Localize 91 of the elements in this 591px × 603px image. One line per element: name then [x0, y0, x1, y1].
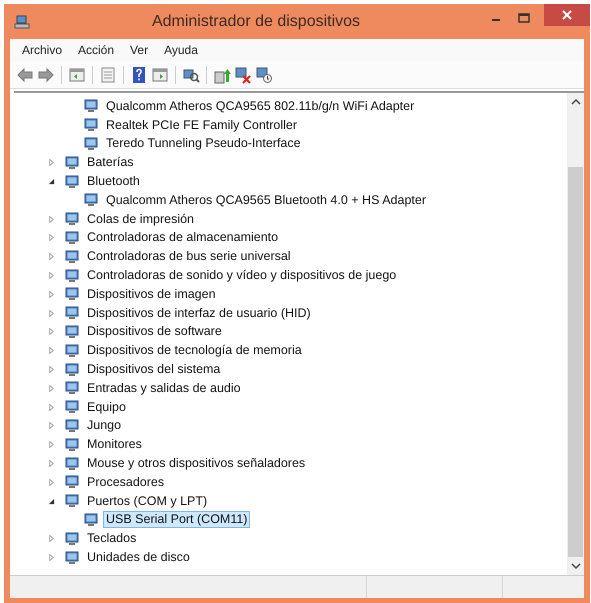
- expand-icon[interactable]: [48, 328, 55, 336]
- device-icon: [83, 117, 99, 134]
- device-icon: [64, 248, 80, 265]
- device-icon: [83, 136, 99, 152]
- device-icon: [64, 380, 80, 396]
- help-icon[interactable]: [130, 66, 148, 84]
- close-icon: [562, 10, 572, 20]
- expand-icon[interactable]: [48, 441, 55, 448]
- tree-item[interactable]: Teclados: [84, 530, 140, 548]
- expand-icon[interactable]: [48, 535, 55, 542]
- tree-item[interactable]: Baterías: [84, 154, 137, 172]
- disable-icon[interactable]: [255, 66, 273, 84]
- device-icon: [64, 530, 80, 547]
- device-icon: [64, 324, 80, 340]
- scroll-thumb[interactable]: [568, 167, 583, 557]
- panel-icon[interactable]: [68, 66, 86, 84]
- scroll-up-icon[interactable]: [570, 98, 580, 106]
- tree-item[interactable]: Monitores: [84, 436, 145, 454]
- panel-icon[interactable]: [151, 66, 169, 84]
- tree-item[interactable]: Dispositivos de imagen: [84, 286, 219, 303]
- tree-item[interactable]: Entradas y salidas de audio: [84, 380, 244, 397]
- back-icon[interactable]: [16, 66, 34, 84]
- tree-item[interactable]: Realtek PCIe FE Family Controller: [103, 116, 300, 134]
- window-title: Administrador de dispositivos: [150, 12, 362, 30]
- tree-item[interactable]: Controladoras de almacenamiento: [84, 229, 282, 246]
- device-icon: [64, 456, 80, 472]
- expand-icon[interactable]: [48, 290, 55, 298]
- tree-item[interactable]: Puertos (COM y LPT): [84, 492, 210, 510]
- menu-item[interactable]: Acción: [70, 43, 122, 57]
- device-icon: [64, 418, 80, 434]
- scroll-down-icon[interactable]: [570, 562, 580, 570]
- tree-item[interactable]: Colas de impresión: [84, 210, 197, 228]
- collapse-icon[interactable]: [48, 178, 55, 186]
- tree-item[interactable]: Equipo: [84, 398, 129, 416]
- expand-icon[interactable]: [48, 478, 55, 486]
- device-icon: [83, 512, 99, 528]
- expand-icon[interactable]: [48, 347, 55, 354]
- device-icon: [83, 192, 99, 208]
- tree-item[interactable]: Qualcomm Atheros QCA9565 Bluetooth 4.0 + HS Adapter: [103, 192, 429, 209]
- device-icon: [64, 342, 80, 359]
- tree-item[interactable]: Controladoras de bus serie universal: [84, 248, 294, 266]
- tree-item[interactable]: Dispositivos de software: [84, 323, 225, 340]
- collapse-icon[interactable]: [48, 498, 55, 505]
- computer-icon: [14, 14, 30, 30]
- expand-icon[interactable]: [48, 310, 55, 317]
- tree-item[interactable]: Bluetooth: [84, 173, 143, 190]
- tree-item[interactable]: USB Serial Port (COM11): [103, 511, 250, 528]
- tree-item[interactable]: Dispositivos del sistema: [84, 361, 224, 378]
- menu-item[interactable]: Ver: [122, 43, 156, 57]
- tree-item[interactable]: Dispositivos de interfaz de usuario (HID): [84, 304, 314, 322]
- menu-item[interactable]: Ayuda: [156, 43, 206, 57]
- device-icon: [83, 98, 99, 114]
- device-icon: [64, 436, 80, 453]
- expand-icon[interactable]: [48, 554, 55, 562]
- expand-icon[interactable]: [48, 216, 55, 223]
- tree-item[interactable]: Teredo Tunneling Pseudo-Interface: [103, 135, 304, 152]
- expand-icon[interactable]: [48, 366, 55, 374]
- device-icon: [64, 362, 80, 378]
- expand-icon[interactable]: [48, 384, 55, 392]
- expand-icon[interactable]: [48, 159, 55, 166]
- expand-icon[interactable]: [48, 460, 55, 468]
- device-icon: [64, 230, 80, 246]
- expand-icon[interactable]: [48, 404, 55, 411]
- forward-icon[interactable]: [37, 66, 55, 84]
- device-icon: [64, 474, 80, 490]
- maximize-icon: [518, 13, 530, 23]
- expand-icon[interactable]: [48, 253, 55, 260]
- menu-item[interactable]: Archivo: [14, 43, 70, 57]
- properties-icon[interactable]: [99, 66, 117, 84]
- device-icon: [64, 493, 80, 510]
- tree-item[interactable]: Jungo: [84, 417, 124, 434]
- tree-item[interactable]: Controladoras de sonido y vídeo y dispositivos de juego: [84, 267, 400, 284]
- device-icon: [64, 286, 80, 302]
- scrollbar[interactable]: [567, 93, 584, 575]
- expand-icon[interactable]: [48, 422, 55, 430]
- tree-item[interactable]: Unidades de disco: [84, 549, 193, 566]
- uninstall-icon[interactable]: [234, 66, 252, 84]
- device-icon: [64, 174, 80, 190]
- device-icon: [64, 550, 80, 566]
- expand-icon[interactable]: [48, 234, 55, 242]
- device-icon: [64, 211, 80, 228]
- tree-item[interactable]: Qualcomm Atheros QCA9565 802.11b/g/n WiFi Adapter: [103, 98, 418, 115]
- device-icon: [64, 268, 80, 284]
- close-button[interactable]: [544, 4, 590, 26]
- expand-icon[interactable]: [48, 272, 55, 280]
- tree-item[interactable]: Mouse y otros dispositivos señaladores: [84, 455, 308, 472]
- device-icon: [64, 305, 80, 322]
- device-icon: [64, 399, 80, 416]
- tree-item[interactable]: Dispositivos de tecnología de memoria: [84, 342, 305, 360]
- device-icon: [64, 154, 80, 171]
- tree-item[interactable]: Procesadores: [84, 474, 168, 491]
